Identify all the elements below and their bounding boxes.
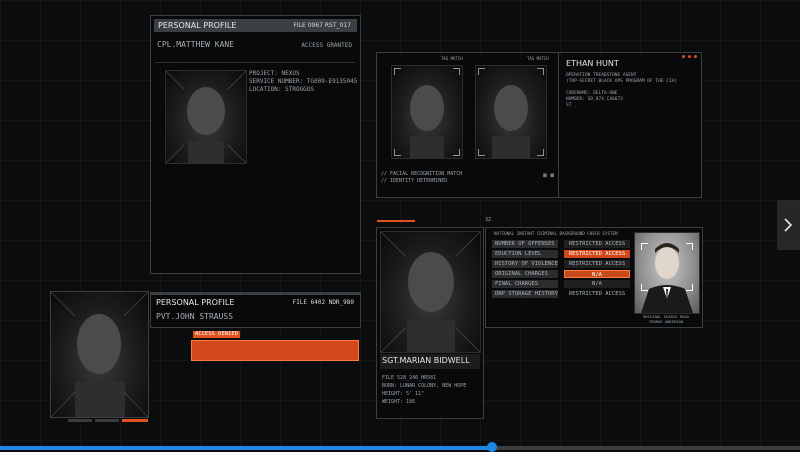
face-match-panel: TAG MATCH TAG MATCH // FACIAL RECOGNITIO… — [376, 52, 559, 198]
corner-bracket — [537, 149, 544, 156]
corner-bracket — [453, 149, 460, 156]
profile-panel-marian: SGT.MARIAN BIDWELL FILE 528_246_HR581 BO… — [376, 227, 484, 419]
portrait-matthew — [165, 70, 247, 164]
detail-location: LOCATION: STROGGOS — [249, 86, 315, 93]
accent-line — [377, 220, 415, 222]
access-denied-label: ACCESS DENIED — [193, 331, 241, 338]
detail-height: HEIGHT: 5' 11" — [382, 391, 425, 397]
profile-name: PVT.JOHN STRAUSS — [156, 312, 234, 321]
row-value: RESTRICTED ACCESS — [568, 291, 626, 297]
corner-bracket — [453, 68, 460, 75]
background-check-row: FINAL CHARGES N/A — [492, 280, 632, 288]
divider — [155, 62, 355, 63]
access-denied-field[interactable] — [191, 340, 359, 361]
background-check-title: NATIONAL INSTANT CRIMINAL BACKGROUND CHE… — [494, 231, 618, 236]
chevron-right-icon — [784, 218, 793, 232]
suspect-caption-line-2: THOMAS ANDERSON — [648, 319, 684, 324]
background-check-panel: NATIONAL INSTANT CRIMINAL BACKGROUND CHE… — [485, 227, 703, 328]
face-icon — [410, 85, 444, 158]
row-label: FINAL CHARGES — [492, 280, 558, 288]
corner-bracket — [394, 149, 401, 156]
detail-project: PROJECT: NEXUS — [249, 70, 300, 77]
section-marker: 32 — [485, 217, 492, 223]
next-arrow-button[interactable] — [777, 200, 800, 250]
row-value: RESTRICTED ACCESS — [564, 240, 630, 248]
corner-bracket — [394, 68, 401, 75]
background-check-row: ORIGINAL CHARGES N/A — [492, 270, 632, 278]
detail-born: BORN: LUNAR COLONY, NEW HOPE — [382, 383, 467, 389]
corner-bracket — [478, 149, 485, 156]
row-value: RESTRICTED ACCESS — [564, 250, 630, 258]
profile-header: PERSONAL PROFILE FILE 0967 RST_017 — [154, 19, 357, 32]
background-check-row: HISTORY OF VIOLENCE RESTRICTED ACCESS — [492, 260, 632, 268]
detail-file: FILE 528_246_HR581 — [382, 375, 437, 381]
window-controls-icon: ● ● ● — [681, 54, 697, 60]
profile-name: SGT.MARIAN BIDWELL — [382, 356, 470, 365]
access-status: ACCESS GRANTED — [301, 42, 352, 49]
corner-bracket — [537, 68, 544, 75]
portrait-marian — [380, 231, 481, 353]
signal-bars — [68, 419, 148, 423]
match-captions: // FACIAL RECOGNITION MATCH // IDENTITY … — [381, 171, 462, 185]
face-icon — [381, 232, 480, 352]
row-label: DNP STORAGE HISTORY — [492, 290, 558, 298]
face-icon — [51, 292, 148, 417]
background-check-row: DNP STORAGE HISTORY RESTRICTED ACCESS — [492, 290, 632, 298]
background-check-row: EDUCTION LEVEL RESTRICTED ACCESS — [492, 250, 632, 258]
profile-header-title: PERSONAL PROFILE — [158, 21, 237, 30]
detail-service-number: SERVICE NUMBER: TG009-E9135045 — [249, 78, 358, 85]
profile-name: CPL.MATTHEW KANE — [157, 40, 235, 49]
row-value: N/A — [564, 280, 630, 288]
caption-identity: // IDENTITY DETERMINED — [381, 178, 448, 184]
panel-dots-icon: ■ ■ — [543, 172, 554, 179]
portrait-john — [50, 291, 149, 418]
caption-recognition: // FACIAL RECOGNITION MATCH — [381, 171, 463, 177]
portrait-match-left — [391, 65, 463, 159]
row-label: EDUCTION LEVEL — [492, 250, 558, 258]
signal-bar — [68, 419, 92, 422]
ethan-line-6: ST _ — [566, 103, 577, 108]
video-progress-handle[interactable] — [487, 442, 497, 452]
corner-bracket — [686, 284, 693, 291]
profile-details: PROJECT: NEXUS SERVICE NUMBER: TG009-E91… — [249, 70, 357, 94]
background-check-table: NUMBER OF OFFENSES RESTRICTED ACCESS EDUCT… — [492, 240, 632, 300]
video-progress-track[interactable] — [0, 442, 800, 452]
profile-panel-matthew: PERSONAL PROFILE FILE 0967 RST_017 CPL.M… — [150, 15, 361, 274]
row-label: HISTORY OF VIOLENCE — [492, 260, 558, 268]
profile-header-title: PERSONAL PROFILE — [156, 298, 235, 307]
row-value: N/A — [564, 270, 630, 278]
corner-bracket — [641, 284, 648, 291]
portrait-suspect — [634, 232, 700, 314]
row-label: ORIGINAL CHARGES — [492, 270, 558, 278]
corner-bracket — [641, 243, 648, 250]
corner-bracket — [686, 243, 693, 250]
profile-panel-john: PERSONAL PROFILE FILE 6402 NDR_980 PVT.J… — [150, 292, 361, 328]
ethan-hunt-panel: ● ● ● ETHAN HUNT OPERATION TREADSTONE AG… — [558, 52, 702, 198]
background-check-row: NUMBER OF OFFENSES RESTRICTED ACCESS — [492, 240, 632, 248]
suspect-caption: ORIGINAL SEARCH HEAD THOMAS ANDERSON — [634, 314, 698, 324]
video-progress-fill — [0, 446, 492, 450]
file-number: FILE 6402 NDR_980 — [292, 299, 354, 306]
ethan-line-2: (TOP-SECRET BLACK OPS PROGRAM OF THE CIA… — [566, 79, 678, 84]
face-icon — [492, 85, 530, 158]
marian-name-bar: SGT.MARIAN BIDWELL — [380, 354, 480, 369]
portrait-match-right — [475, 65, 547, 159]
row-value: RESTRICTED ACCESS — [564, 260, 630, 268]
marian-details: FILE 528_246_HR581 BORN: LUNAR COLONY, N… — [382, 374, 466, 406]
face-icon — [166, 71, 246, 163]
tag-match-right: TAG MATCH — [527, 56, 549, 61]
signal-bar-active — [122, 419, 148, 422]
tag-match-left: TAG MATCH — [441, 56, 463, 61]
corner-bracket — [478, 68, 485, 75]
row-label: NUMBER OF OFFENSES — [492, 240, 558, 248]
ethan-name: ETHAN HUNT — [566, 59, 619, 68]
signal-bar — [95, 419, 119, 422]
ethan-lines: OPERATION TREADSTONE AGENT (TOP-SECRET B… — [566, 73, 677, 109]
detail-weight: WEIGHT: 186 — [382, 399, 416, 405]
file-number: FILE 0967 RST_017 — [293, 22, 351, 29]
